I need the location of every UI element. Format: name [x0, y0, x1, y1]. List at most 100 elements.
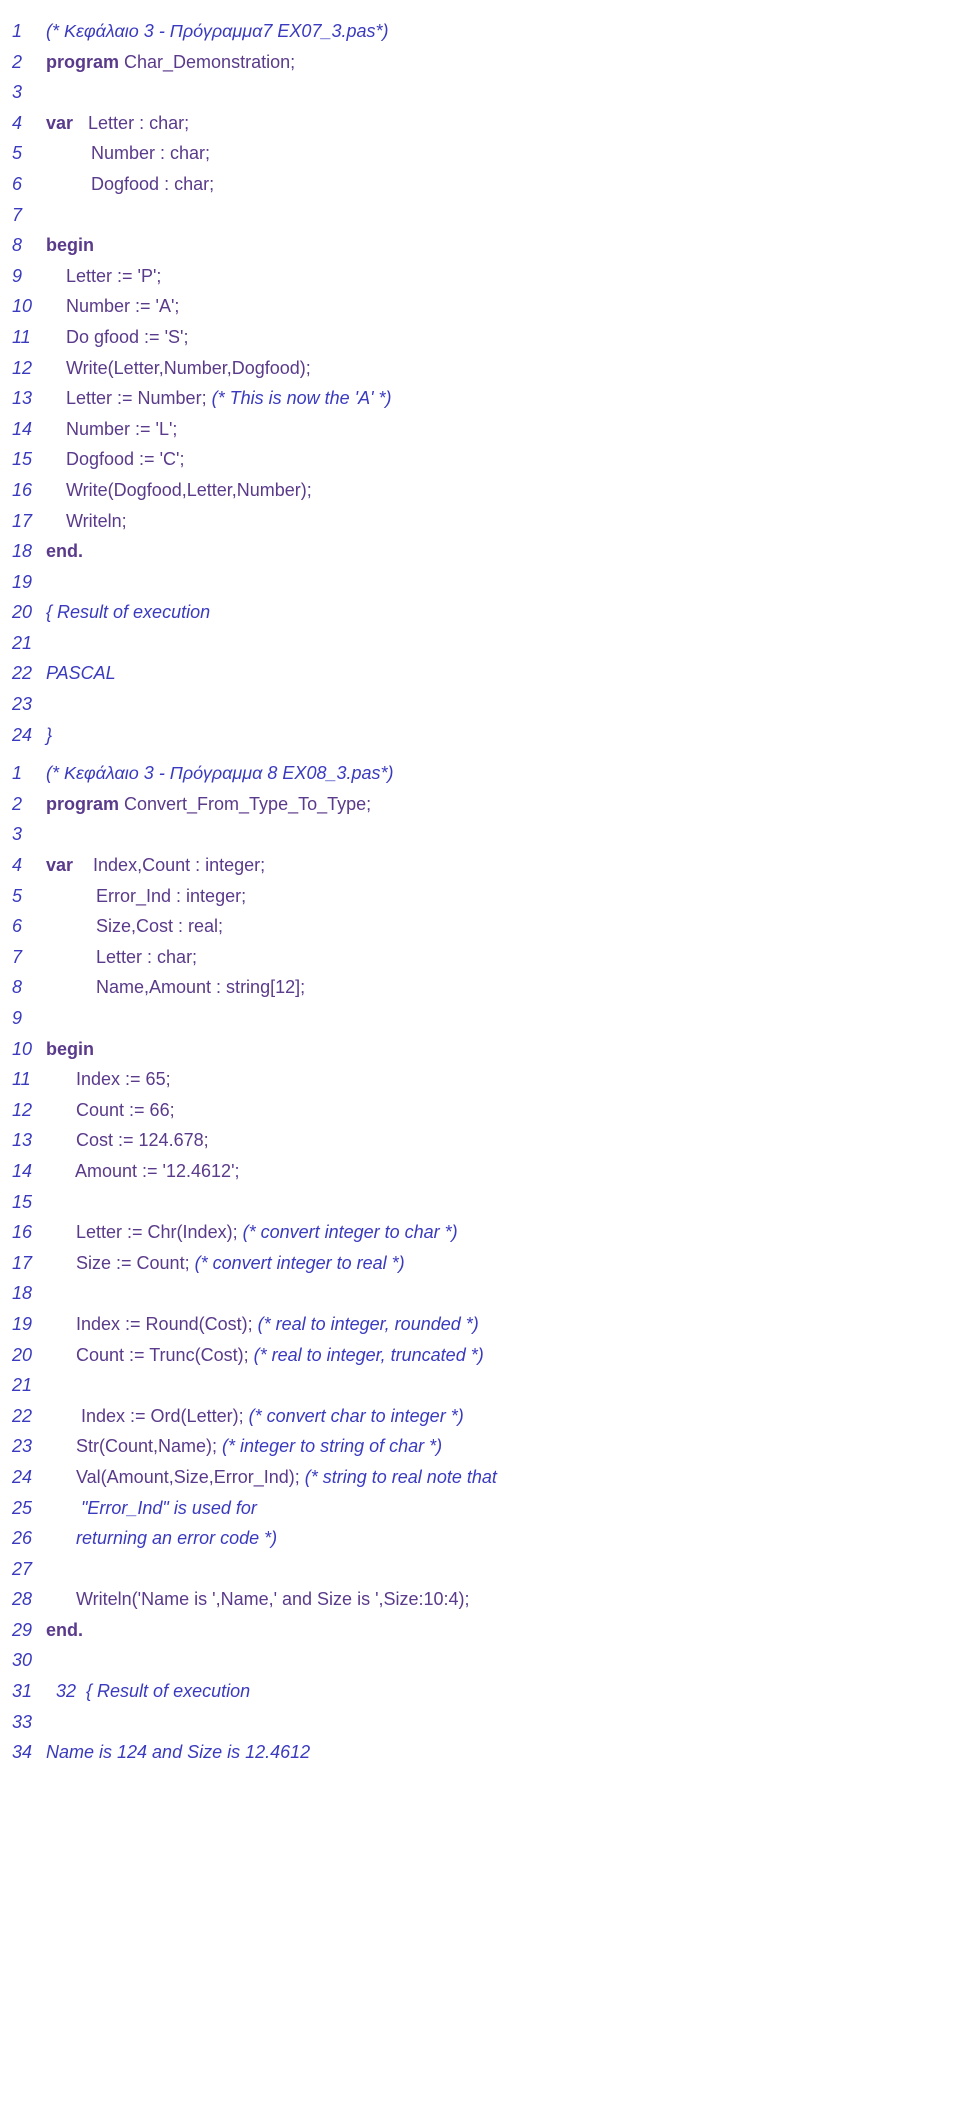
code-text: Size := Count;	[46, 1253, 195, 1273]
code-text: Letter := Number;	[46, 388, 212, 408]
code-line: 20{ Result of execution	[12, 597, 948, 628]
code-text: Letter : char;	[73, 113, 189, 133]
line-content: Writeln;	[46, 506, 127, 537]
line-content: Writeln('Name is ',Name,' and Size is ',…	[46, 1584, 470, 1615]
code-line: 8 Name,Amount : string[12];	[12, 972, 948, 1003]
line-number: 3	[12, 819, 46, 850]
line-number: 10	[12, 291, 46, 322]
line-number: 14	[12, 414, 46, 445]
comment-text: (* string to real note that	[305, 1467, 497, 1487]
code-line: 8begin	[12, 230, 948, 261]
code-line: 21	[12, 628, 948, 659]
code-line: 3	[12, 77, 948, 108]
code-block-2: 1(* Κεφάλαιο 3 - Πρόγραμμα 8 EX08_3.pas*…	[12, 758, 948, 1768]
line-number: 22	[12, 658, 46, 689]
code-line: 33	[12, 1707, 948, 1738]
code-line: 6 Size,Cost : real;	[12, 911, 948, 942]
code-line: 18end.	[12, 536, 948, 567]
code-text: Index,Count : integer;	[73, 855, 265, 875]
line-number: 12	[12, 353, 46, 384]
comment-text: (* convert char to integer *)	[249, 1406, 464, 1426]
code-line: 10 Number := 'A';	[12, 291, 948, 322]
code-line: 22 Index := Ord(Letter); (* convert char…	[12, 1401, 948, 1432]
line-number: 30	[12, 1645, 46, 1676]
code-text: Index := Round(Cost);	[46, 1314, 258, 1334]
line-number: 20	[12, 1340, 46, 1371]
line-content: }	[46, 720, 52, 751]
line-number: 22	[12, 1401, 46, 1432]
code-text: Count := 66;	[46, 1100, 175, 1120]
line-number: 1	[12, 16, 46, 47]
line-number: 18	[12, 536, 46, 567]
code-text: Index := 65;	[46, 1069, 171, 1089]
code-line: 10begin	[12, 1034, 948, 1065]
line-content: Write(Dogfood,Letter,Number);	[46, 475, 312, 506]
code-line: 12 Write(Letter,Number,Dogfood);	[12, 353, 948, 384]
line-content: (* Κεφάλαιο 3 - Πρόγραμμα7 EX07_3.pas*)	[46, 16, 389, 47]
code-text: Amount := '12.4612';	[46, 1161, 240, 1181]
line-number: 24	[12, 720, 46, 751]
code-text: Convert_From_Type_To_Type;	[119, 794, 371, 814]
line-content: begin	[46, 230, 94, 261]
code-line: 2program Convert_From_Type_To_Type;	[12, 789, 948, 820]
line-number: 18	[12, 1278, 46, 1309]
code-line: 15 Dogfood := 'C';	[12, 444, 948, 475]
code-line: 14 Number := 'L';	[12, 414, 948, 445]
code-line: 24}	[12, 720, 948, 751]
line-content: Letter := 'P';	[46, 261, 161, 292]
code-line: 20 Count := Trunc(Cost); (* real to inte…	[12, 1340, 948, 1371]
line-number: 14	[12, 1156, 46, 1187]
line-number: 9	[12, 261, 46, 292]
code-line: 21	[12, 1370, 948, 1401]
comment-text: (* Κεφάλαιο 3 - Πρόγραμμα7 EX07_3.pas*)	[46, 21, 389, 41]
code-line: 6 Dogfood : char;	[12, 169, 948, 200]
code-text: Str(Count,Name);	[46, 1436, 222, 1456]
code-line: 16 Letter := Chr(Index); (* convert inte…	[12, 1217, 948, 1248]
comment-text: { Result of execution	[46, 602, 210, 622]
code-line: 13 Cost := 124.678;	[12, 1125, 948, 1156]
code-text: Name,Amount : string[12];	[46, 977, 305, 997]
code-text: Do gfood := 'S';	[46, 327, 188, 347]
code-line: 17 Size := Count; (* convert integer to …	[12, 1248, 948, 1279]
code-line: 7 Letter : char;	[12, 942, 948, 973]
code-text: Write(Dogfood,Letter,Number);	[46, 480, 312, 500]
code-line: 19	[12, 567, 948, 598]
line-number: 6	[12, 911, 46, 942]
code-line: 29end.	[12, 1615, 948, 1646]
line-content: "Error_Ind" is used for	[46, 1493, 257, 1524]
line-number: 28	[12, 1584, 46, 1615]
code-block-1: 1(* Κεφάλαιο 3 - Πρόγραμμα7 EX07_3.pas*)…	[12, 16, 948, 750]
line-number: 15	[12, 1187, 46, 1218]
line-number: 13	[12, 383, 46, 414]
code-text: Size,Cost : real;	[46, 916, 223, 936]
line-number: 34	[12, 1737, 46, 1768]
keyword-text: begin	[46, 1039, 94, 1059]
comment-text: (* convert integer to real *)	[195, 1253, 405, 1273]
code-line: 22PASCAL	[12, 658, 948, 689]
line-number: 1	[12, 758, 46, 789]
code-line: 18	[12, 1278, 948, 1309]
code-text: Number := 'L';	[46, 419, 177, 439]
line-content: program Convert_From_Type_To_Type;	[46, 789, 371, 820]
line-number: 19	[12, 567, 46, 598]
line-content: Index := 65;	[46, 1064, 171, 1095]
code-line: 31 32 { Result of execution	[12, 1676, 948, 1707]
line-content: Str(Count,Name); (* integer to string of…	[46, 1431, 442, 1462]
code-text: Count := Trunc(Cost);	[46, 1345, 254, 1365]
keyword-text: end.	[46, 541, 83, 561]
line-number: 2	[12, 47, 46, 78]
line-content: Write(Letter,Number,Dogfood);	[46, 353, 311, 384]
code-text: Char_Demonstration;	[119, 52, 295, 72]
code-line: 11 Index := 65;	[12, 1064, 948, 1095]
comment-text: returning an error code *)	[46, 1528, 277, 1548]
line-number: 17	[12, 1248, 46, 1279]
line-number: 21	[12, 1370, 46, 1401]
line-content: Number := 'L';	[46, 414, 177, 445]
line-content: end.	[46, 1615, 83, 1646]
line-content: Cost := 124.678;	[46, 1125, 209, 1156]
code-text: Writeln('Name is ',Name,' and Size is ',…	[46, 1589, 470, 1609]
code-line: 16 Write(Dogfood,Letter,Number);	[12, 475, 948, 506]
line-number: 5	[12, 138, 46, 169]
line-number: 12	[12, 1095, 46, 1126]
line-content: Letter := Number; (* This is now the 'A'…	[46, 383, 392, 414]
